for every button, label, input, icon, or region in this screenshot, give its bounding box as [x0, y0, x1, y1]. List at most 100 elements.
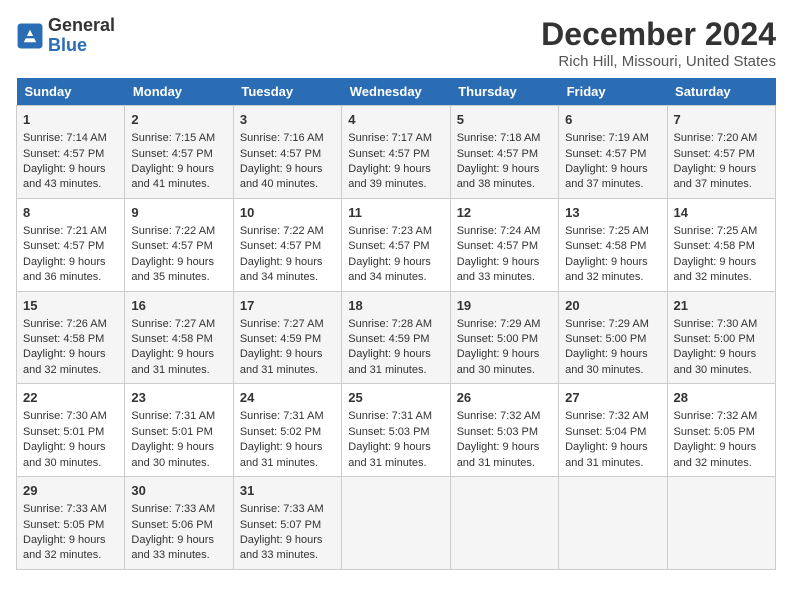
sunrise-text: Sunrise: 7:31 AM	[240, 410, 324, 422]
day-number: 29	[23, 482, 118, 500]
sunset-text: Sunset: 5:01 PM	[131, 426, 212, 438]
calendar-cell: 31Sunrise: 7:33 AMSunset: 5:07 PMDayligh…	[233, 477, 341, 570]
calendar-cell: 21Sunrise: 7:30 AMSunset: 5:00 PMDayligh…	[667, 291, 775, 384]
sunrise-text: Sunrise: 7:17 AM	[348, 132, 432, 144]
daylight-text: Daylight: 9 hours and 43 minutes.	[23, 163, 106, 190]
day-number: 7	[674, 111, 769, 129]
daylight-text: Daylight: 9 hours and 40 minutes.	[240, 163, 323, 190]
sunset-text: Sunset: 4:57 PM	[457, 240, 538, 252]
day-number: 23	[131, 389, 226, 407]
day-number: 21	[674, 297, 769, 315]
daylight-text: Daylight: 9 hours and 32 minutes.	[23, 534, 106, 561]
calendar-cell: 7Sunrise: 7:20 AMSunset: 4:57 PMDaylight…	[667, 106, 775, 199]
day-number: 2	[131, 111, 226, 129]
sunset-text: Sunset: 4:59 PM	[240, 333, 321, 345]
day-number: 4	[348, 111, 443, 129]
calendar-cell: 25Sunrise: 7:31 AMSunset: 5:03 PMDayligh…	[342, 384, 450, 477]
calendar-cell: 19Sunrise: 7:29 AMSunset: 5:00 PMDayligh…	[450, 291, 558, 384]
daylight-text: Daylight: 9 hours and 30 minutes.	[457, 348, 540, 375]
sunrise-text: Sunrise: 7:23 AM	[348, 225, 432, 237]
logo: General Blue	[16, 16, 115, 56]
calendar-cell	[450, 477, 558, 570]
calendar-cell: 20Sunrise: 7:29 AMSunset: 5:00 PMDayligh…	[559, 291, 667, 384]
daylight-text: Daylight: 9 hours and 30 minutes.	[131, 441, 214, 468]
sunrise-text: Sunrise: 7:33 AM	[131, 503, 215, 515]
calendar-cell: 13 Sunrise: 7:25 AM Sunset: 4:58 PM Dayligh…	[559, 198, 667, 291]
sunrise-text: Sunrise: 7:26 AM	[23, 318, 107, 330]
calendar-cell: 14Sunrise: 7:25 AMSunset: 4:58 PMDayligh…	[667, 198, 775, 291]
day-number: 24	[240, 389, 335, 407]
sunrise-text: Sunrise: 7:32 AM	[457, 410, 541, 422]
daylight-text: Daylight: 9 hours and 31 minutes.	[348, 441, 431, 468]
calendar-cell: 30Sunrise: 7:33 AMSunset: 5:06 PMDayligh…	[125, 477, 233, 570]
calendar-cell: 11Sunrise: 7:23 AMSunset: 4:57 PMDayligh…	[342, 198, 450, 291]
day-number: 22	[23, 389, 118, 407]
sunrise-text: Sunrise: 7:29 AM	[457, 318, 541, 330]
calendar-subtitle: Rich Hill, Missouri, United States	[541, 53, 776, 70]
day-number: 18	[348, 297, 443, 315]
day-number: 19	[457, 297, 552, 315]
calendar-cell: 1Sunrise: 7:14 AMSunset: 4:57 PMDaylight…	[17, 106, 125, 199]
calendar-week-row: 22 Sunrise: 7:30 AM Sunset: 5:01 PM Dayligh…	[17, 384, 776, 477]
calendar-cell: 22Sunrise: 7:30 AMSunset: 5:01 PMDayligh…	[17, 384, 125, 477]
day-number: 13	[565, 204, 660, 222]
day-number: 16	[131, 297, 226, 315]
sunrise-text: Sunrise: 7:28 AM	[348, 318, 432, 330]
sunset-text: Sunset: 4:58 PM	[23, 333, 104, 345]
calendar-cell: 26Sunrise: 7:32 AMSunset: 5:03 PMDayligh…	[450, 384, 558, 477]
sunset-text: Sunset: 4:57 PM	[240, 148, 321, 160]
sunset-text: Sunset: 4:58 PM	[565, 240, 646, 252]
sunset-text: Sunset: 5:03 PM	[457, 426, 538, 438]
day-number: 25	[348, 389, 443, 407]
calendar-day-header: Thursday	[450, 78, 558, 106]
daylight-text: Daylight: 9 hours and 32 minutes.	[565, 256, 648, 283]
sunrise-text: Sunrise: 7:25 AM	[674, 225, 758, 237]
calendar-table: SundayMondayTuesdayWednesdayThursdayFrid…	[16, 78, 776, 570]
calendar-title: December 2024	[541, 16, 776, 53]
sunrise-text: Sunrise: 7:22 AM	[240, 225, 324, 237]
daylight-text: Daylight: 9 hours and 32 minutes.	[23, 348, 106, 375]
calendar-cell: 27Sunrise: 7:32 AMSunset: 5:04 PMDayligh…	[559, 384, 667, 477]
sunset-text: Sunset: 4:57 PM	[240, 240, 321, 252]
calendar-cell: 23 Sunrise: 7:31 AM Sunset: 5:01 PM Dayligh…	[125, 384, 233, 477]
sunset-text: Sunset: 4:57 PM	[23, 148, 104, 160]
daylight-text: Daylight: 9 hours and 33 minutes.	[240, 534, 323, 561]
day-number: 17	[240, 297, 335, 315]
daylight-text: Daylight: 9 hours and 39 minutes.	[348, 163, 431, 190]
calendar-cell: 6Sunrise: 7:19 AMSunset: 4:57 PMDaylight…	[559, 106, 667, 199]
sunset-text: Sunset: 5:07 PM	[240, 519, 321, 531]
sunrise-text: Sunrise: 7:32 AM	[565, 410, 649, 422]
day-number: 6	[565, 111, 660, 129]
sunrise-text: Sunrise: 7:19 AM	[565, 132, 649, 144]
day-number: 15	[23, 297, 118, 315]
daylight-text: Daylight: 9 hours and 34 minutes.	[240, 256, 323, 283]
calendar-cell: 17Sunrise: 7:27 AMSunset: 4:59 PMDayligh…	[233, 291, 341, 384]
daylight-text: Daylight: 9 hours and 31 minutes.	[565, 441, 648, 468]
sunrise-text: Sunrise: 7:25 AM	[565, 225, 649, 237]
calendar-cell: 2Sunrise: 7:15 AMSunset: 4:57 PMDaylight…	[125, 106, 233, 199]
day-number: 30	[131, 482, 226, 500]
calendar-week-row: 1Sunrise: 7:14 AMSunset: 4:57 PMDaylight…	[17, 106, 776, 199]
sunset-text: Sunset: 4:57 PM	[674, 148, 755, 160]
sunrise-text: Sunrise: 7:16 AM	[240, 132, 324, 144]
day-number: 14	[674, 204, 769, 222]
daylight-text: Daylight: 9 hours and 31 minutes.	[131, 348, 214, 375]
day-number: 31	[240, 482, 335, 500]
sunset-text: Sunset: 5:04 PM	[565, 426, 646, 438]
calendar-cell: 24Sunrise: 7:31 AMSunset: 5:02 PMDayligh…	[233, 384, 341, 477]
sunset-text: Sunset: 5:05 PM	[23, 519, 104, 531]
sunrise-text: Sunrise: 7:30 AM	[23, 410, 107, 422]
calendar-cell: 29Sunrise: 7:33 AMSunset: 5:05 PMDayligh…	[17, 477, 125, 570]
logo-line1: General	[48, 16, 115, 36]
calendar-cell: 4Sunrise: 7:17 AMSunset: 4:57 PMDaylight…	[342, 106, 450, 199]
sunrise-text: Sunrise: 7:31 AM	[131, 410, 215, 422]
daylight-text: Daylight: 9 hours and 33 minutes.	[457, 256, 540, 283]
calendar-day-header: Friday	[559, 78, 667, 106]
calendar-cell: 12Sunrise: 7:24 AMSunset: 4:57 PMDayligh…	[450, 198, 558, 291]
sunrise-text: Sunrise: 7:15 AM	[131, 132, 215, 144]
day-number: 28	[674, 389, 769, 407]
sunset-text: Sunset: 5:00 PM	[674, 333, 755, 345]
sunrise-text: Sunrise: 7:27 AM	[240, 318, 324, 330]
daylight-text: Daylight: 9 hours and 37 minutes.	[674, 163, 757, 190]
sunrise-text: Sunrise: 7:29 AM	[565, 318, 649, 330]
